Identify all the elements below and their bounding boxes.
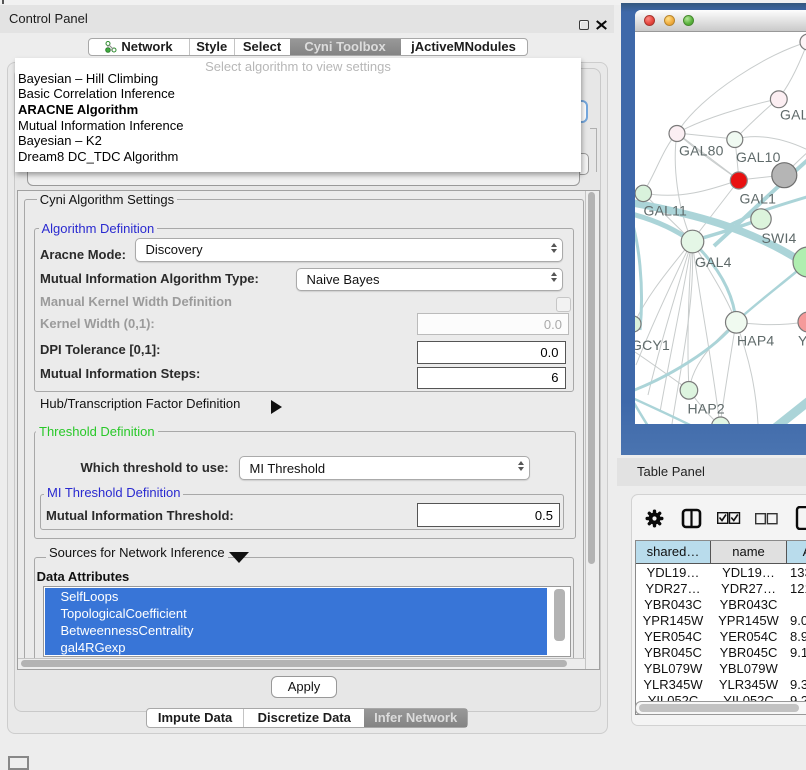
- svg-text:SWI4: SWI4: [762, 230, 797, 246]
- svg-text:YJ: YJ: [798, 333, 806, 349]
- svg-text:GAL2: GAL2: [780, 107, 806, 123]
- svg-text:GAL80: GAL80: [679, 143, 724, 159]
- svg-text:GAL11: GAL11: [644, 203, 688, 219]
- svg-text:GAL1: GAL1: [740, 191, 777, 207]
- svg-text:HAP2: HAP2: [688, 401, 725, 417]
- svg-text:GAL4: GAL4: [695, 254, 732, 270]
- svg-text:GCY1: GCY1: [635, 337, 670, 353]
- svg-text:GAL10: GAL10: [736, 149, 781, 165]
- svg-text:HAP4: HAP4: [737, 333, 774, 349]
